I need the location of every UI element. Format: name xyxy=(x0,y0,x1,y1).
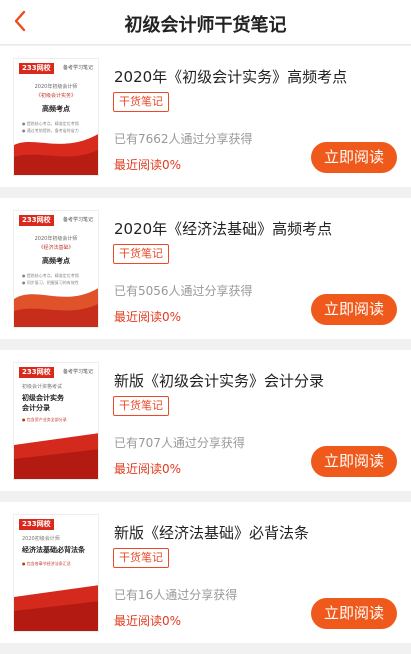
cover-line: 2020初级会计师 xyxy=(22,536,60,542)
cover-heading: 高频考点 xyxy=(42,257,70,265)
note-title[interactable]: 2020年《经济法基础》高频考点 xyxy=(114,218,332,239)
cover-heading: 会计分录 xyxy=(22,404,50,412)
note-card[interactable]: 233网校 备考学习笔记 2020年初级会计师 《经济法基础》 高频考点 ● 提… xyxy=(0,198,411,339)
category-badge: 干货笔记 xyxy=(113,244,169,264)
category-badge: 干货笔记 xyxy=(113,548,169,568)
category-badge: 干货笔记 xyxy=(113,92,169,112)
note-card[interactable]: 233网校 备考学习笔记 初级会计资格考试 初级会计实务 会计分录 ● 包含资产… xyxy=(0,350,411,491)
cover-heading: 高频考点 xyxy=(42,105,70,113)
reading-progress: 最近阅读0% xyxy=(114,158,182,172)
cover-brand: 233网校 xyxy=(19,215,54,226)
cover-brand: 233网校 xyxy=(19,63,54,74)
read-now-button[interactable]: 立即阅读 xyxy=(311,446,397,477)
note-card[interactable]: 233网校 2020初级会计师 经济法基础必背法条 ● 包含各章节经济法条汇总 … xyxy=(0,502,411,643)
share-count: 已有7662人通过分享获得 xyxy=(114,132,253,146)
cover-brand: 233网校 xyxy=(19,367,54,378)
cover-line: 2020年初级会计师 xyxy=(34,84,78,90)
reading-progress: 最近阅读0% xyxy=(114,462,182,476)
read-now-button[interactable]: 立即阅读 xyxy=(311,598,397,629)
category-badge: 干货笔记 xyxy=(113,396,169,416)
cover-tag: 备考学习笔记 xyxy=(62,217,93,223)
read-now-button[interactable]: 立即阅读 xyxy=(311,142,397,173)
cover-line: 初级会计实务 xyxy=(22,394,64,402)
book-cover[interactable]: 233网校 备考学习笔记 2020年初级会计师 《经济法基础》 高频考点 ● 提… xyxy=(13,210,99,328)
cover-tag: 备考学习笔记 xyxy=(62,369,93,375)
share-count: 已有707人通过分享获得 xyxy=(114,436,245,450)
cover-line: 《初级会计实务》 xyxy=(35,93,76,99)
cover-line: 《经济法基础》 xyxy=(38,245,74,251)
book-cover[interactable]: 233网校 备考学习笔记 初级会计资格考试 初级会计实务 会计分录 ● 包含资产… xyxy=(13,362,99,480)
cover-brand: 233网校 xyxy=(19,519,54,530)
page-title: 初级会计师干货笔记 xyxy=(124,15,287,36)
share-count: 已有5056人通过分享获得 xyxy=(114,284,253,298)
book-cover[interactable]: 233网校 备考学习笔记 2020年初级会计师 《初级会计实务》 高频考点 ● … xyxy=(13,58,99,176)
read-now-button[interactable]: 立即阅读 xyxy=(311,294,397,325)
app-header: 初级会计师干货笔记 xyxy=(0,0,411,45)
cover-wave-graphic xyxy=(14,288,98,327)
note-card[interactable]: 233网校 备考学习笔记 2020年初级会计师 《初级会计实务》 高频考点 ● … xyxy=(0,46,411,187)
cover-wave-graphic xyxy=(14,134,98,175)
reading-progress: 最近阅读0% xyxy=(114,614,182,628)
cover-bullet: ● 包含各章节经济法条汇总 xyxy=(22,561,71,566)
cover-tag: 备考学习笔记 xyxy=(62,65,93,71)
note-title[interactable]: 新版《经济法基础》必背法条 xyxy=(114,522,309,543)
note-title[interactable]: 新版《初级会计实务》会计分录 xyxy=(114,370,324,391)
notes-list: 233网校 备考学习笔记 2020年初级会计师 《初级会计实务》 高频考点 ● … xyxy=(0,46,411,654)
share-count: 已有16人通过分享获得 xyxy=(114,588,238,602)
cover-bullet: ● 包含资产业务全部分录 xyxy=(22,417,67,422)
reading-progress: 最近阅读0% xyxy=(114,310,182,324)
cover-heading: 经济法基础必背法条 xyxy=(22,546,85,554)
cover-wave-graphic xyxy=(14,585,98,631)
cover-line: 初级会计资格考试 xyxy=(22,384,63,390)
cover-line: 2020年初级会计师 xyxy=(34,236,78,242)
book-cover[interactable]: 233网校 2020初级会计师 经济法基础必背法条 ● 包含各章节经济法条汇总 xyxy=(13,514,99,632)
cover-wave-graphic xyxy=(14,433,98,479)
note-title[interactable]: 2020年《初级会计实务》高频考点 xyxy=(114,66,347,87)
